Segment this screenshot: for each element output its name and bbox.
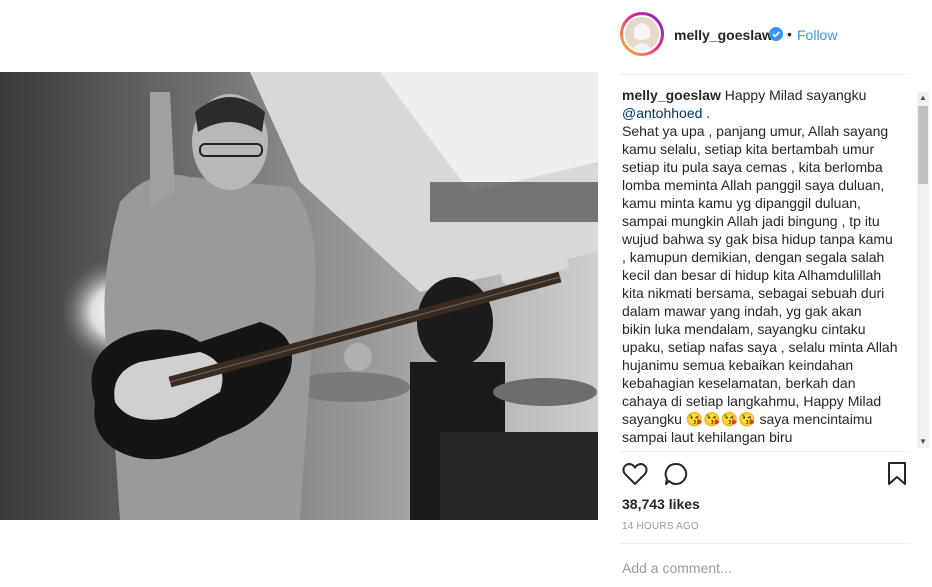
caption-line: kamu minta kamu yg dipanggil duluan, xyxy=(622,195,861,211)
avatar-image xyxy=(623,15,661,53)
heart-icon[interactable] xyxy=(622,462,648,486)
caption-line: sampai mungkin Allah jadi bingung , tp i… xyxy=(622,213,880,229)
caption-line: kamu selalu, setiap kita bertambah umur xyxy=(622,141,875,157)
caption-text: saya mencintaimu xyxy=(759,411,873,427)
caption-line: @antohhoed . xyxy=(622,104,914,122)
caption: melly_goeslaw Happy Milad sayangku @anto… xyxy=(622,86,914,448)
mention-link[interactable]: @antohhoed . xyxy=(622,105,710,121)
scroll-thumb[interactable] xyxy=(918,106,928,184)
post-photo[interactable] xyxy=(0,72,598,520)
caption-line: bikin luka mendalam, sayangku cintaku xyxy=(622,321,866,337)
likes-count[interactable]: 38,743 likes xyxy=(622,496,700,512)
comment-icon[interactable] xyxy=(664,462,688,486)
post-header: melly_goeslaw • Follow xyxy=(620,12,910,60)
caption-scrollbar[interactable]: ▲ ▼ xyxy=(917,92,929,448)
caption-line: sampai laut kehilangan biru xyxy=(622,429,793,445)
caption-username[interactable]: melly_goeslaw xyxy=(622,87,721,103)
caption-line: wujud bahwa sy gak bisa hidup tanpa kamu xyxy=(622,231,893,247)
caption-line: hujanimu semua kebaikan keindahan xyxy=(622,357,854,373)
separator-dot: • xyxy=(787,26,792,42)
caption-line: lomba meminta Allah panggil saya duluan, xyxy=(622,177,885,193)
caption-line: dalam mawar yang indah, yg gak akan xyxy=(622,303,862,319)
caption-line: kecil dan besar di hidup kita Alhamdulil… xyxy=(622,267,882,283)
caption-line: upaku, setiap nafas saya , selalu minta … xyxy=(622,339,898,355)
verified-badge-icon xyxy=(769,27,783,41)
comment-divider xyxy=(620,543,910,544)
scroll-down-arrow[interactable]: ▼ xyxy=(917,436,929,448)
caption-text: Happy Milad sayangku xyxy=(724,87,867,103)
follow-button[interactable]: Follow xyxy=(797,27,837,43)
caption-line: sayangku 😘😘😘😘 saya mencintaimu xyxy=(622,410,914,428)
caption-line: kebahagian keselamatan, berkah dan xyxy=(622,375,856,391)
caption-divider xyxy=(620,451,910,452)
scroll-up-arrow[interactable]: ▲ xyxy=(917,92,929,104)
header-divider xyxy=(620,74,910,75)
caption-line: melly_goeslaw Happy Milad sayangku xyxy=(622,86,914,104)
avatar[interactable] xyxy=(620,12,664,56)
caption-line: , kamupun demikian, dengan segala salah xyxy=(622,249,885,265)
bassist-photo xyxy=(0,72,598,520)
kiss-emoji: 😘😘😘😘 xyxy=(685,411,756,427)
caption-line: cahaya di setiap langkahmu, Happy Milad xyxy=(622,393,882,409)
bookmark-icon[interactable] xyxy=(887,462,907,486)
comment-input[interactable]: Add a comment... xyxy=(622,560,732,576)
action-bar xyxy=(622,460,912,490)
caption-line: Sehat ya upa , panjang umur, Allah sayan… xyxy=(622,123,889,139)
caption-line: setiap itu pula saya cemas , kita berlom… xyxy=(622,159,883,175)
caption-line: kita nikmati bersama, sebagai sebuah dur… xyxy=(622,285,885,301)
post-username[interactable]: melly_goeslaw xyxy=(674,27,773,43)
caption-text: sayangku xyxy=(622,411,682,427)
post-timestamp[interactable]: 14 HOURS AGO xyxy=(622,521,699,532)
